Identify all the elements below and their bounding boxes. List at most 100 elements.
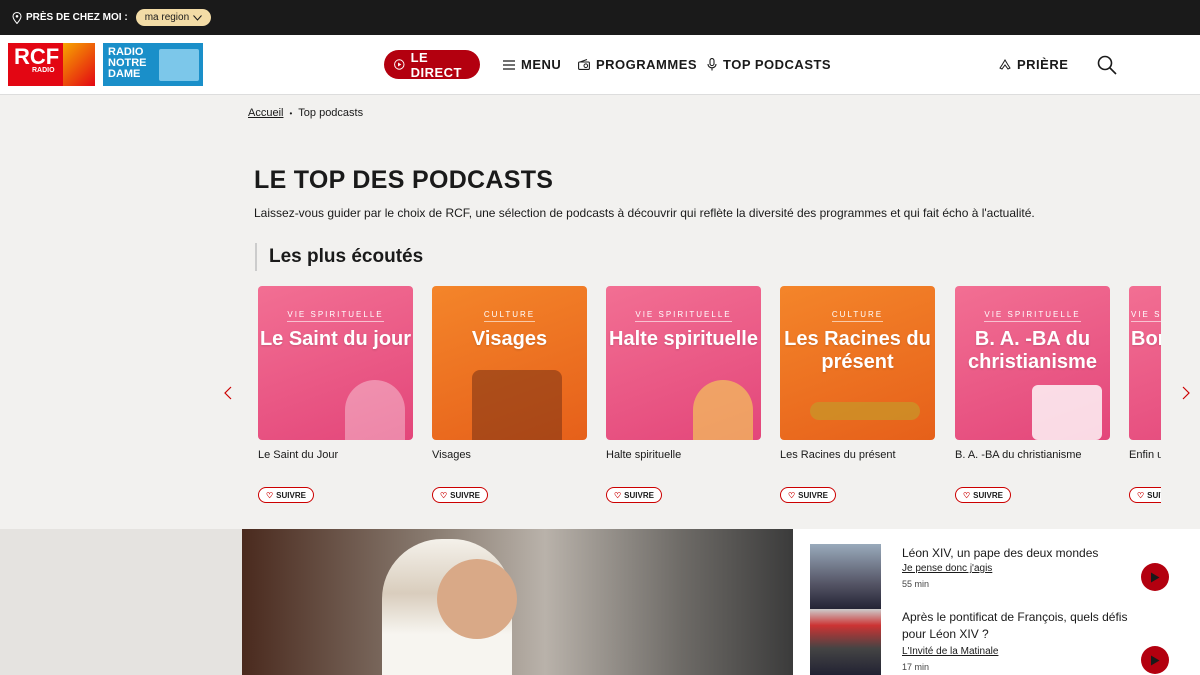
region-selector[interactable]: ma region bbox=[135, 9, 212, 26]
statue-illustration bbox=[345, 380, 405, 440]
follow-button[interactable]: ♡SUIVRE bbox=[258, 487, 314, 503]
follow-button[interactable]: ♡SUIVRE bbox=[780, 487, 836, 503]
rcf-logo[interactable]: RCF RADIO bbox=[8, 43, 95, 86]
news-duration: 55 min bbox=[902, 579, 930, 589]
heart-icon: ♡ bbox=[440, 490, 448, 500]
news-title[interactable]: Après le pontificat de François, quels d… bbox=[902, 609, 1142, 643]
pope-face bbox=[437, 559, 517, 639]
podcast-category: VIE SPIRITUELLE bbox=[984, 310, 1081, 322]
podcast-thumbnail[interactable]: VIE SPIRITUELLE Halte spirituelle bbox=[606, 286, 761, 440]
podcast-thumbnail[interactable]: VIE SPIRITUELLE B. A. -BA du christianism… bbox=[955, 286, 1110, 440]
breadcrumb-home-link[interactable]: Accueil bbox=[248, 107, 283, 119]
programmes-link[interactable]: PROGRAMMES bbox=[578, 50, 697, 79]
priere-label: PRIÈRE bbox=[1017, 57, 1069, 72]
follow-label: SUIVRE bbox=[450, 490, 480, 500]
heart-icon: ♡ bbox=[788, 490, 796, 500]
follow-label: SUIVRE bbox=[1147, 490, 1161, 500]
chevron-down-icon bbox=[193, 14, 203, 21]
follow-button[interactable]: ♡SUIVRE bbox=[432, 487, 488, 503]
podcast-category: VIE SPIRITUELLE bbox=[1131, 310, 1161, 322]
podcast-name[interactable]: Visages bbox=[432, 449, 587, 461]
podcast-card[interactable]: VIE SPIRITUELLE Halte spirituelle Halte s… bbox=[606, 286, 761, 503]
priere-link[interactable]: PRIÈRE bbox=[999, 50, 1068, 79]
news-item[interactable]: Après le pontificat de François, quels d… bbox=[810, 609, 1190, 675]
podcast-thumbnail[interactable]: VIE SPIRITUELLE Bon bbox=[1129, 286, 1161, 440]
podcast-thumb-title: Les Racines du présent bbox=[784, 328, 931, 373]
news-thumbnail[interactable] bbox=[810, 609, 881, 675]
live-button[interactable]: LE DIRECT bbox=[384, 49, 480, 80]
podcast-name[interactable]: Enfin u bbox=[1129, 449, 1161, 461]
radio-notre-dame-logo[interactable]: RADIO NOTRE DAME bbox=[103, 43, 203, 86]
follow-label: SUIVRE bbox=[276, 490, 306, 500]
play-icon bbox=[1151, 572, 1160, 582]
podcast-category: CULTURE bbox=[831, 310, 884, 322]
podcast-carousel: VIE SPIRITUELLE Le Saint du jour Le Saint… bbox=[258, 286, 1161, 508]
breadcrumb-current: Top podcasts bbox=[298, 107, 364, 119]
heart-icon: ♡ bbox=[1137, 490, 1145, 500]
search-icon[interactable] bbox=[1097, 55, 1117, 75]
podcast-card[interactable]: CULTURE Visages Visages ♡ SUIVRE bbox=[432, 286, 587, 503]
news-item[interactable]: Léon XIV, un pape des deux mondes Je pen… bbox=[810, 544, 1190, 610]
follow-button[interactable]: ♡SUIVRE bbox=[606, 487, 662, 503]
play-icon bbox=[1151, 655, 1160, 665]
podcast-thumbnail[interactable]: VIE SPIRITUELLE Le Saint du jour bbox=[258, 286, 413, 440]
carousel-prev-button[interactable] bbox=[224, 386, 236, 402]
location-pin-icon bbox=[12, 11, 22, 24]
podcast-thumb-title: Halte spirituelle bbox=[609, 328, 758, 350]
podcast-card[interactable]: VIE SPIRITUELLE Le Saint du jour Le Saint… bbox=[258, 286, 413, 503]
follow-label: SUIVRE bbox=[798, 490, 828, 500]
top-podcasts-label: TOP PODCASTS bbox=[723, 57, 832, 72]
podcast-thumb-title: Bon bbox=[1131, 328, 1161, 350]
rcf-logo-sub: RADIO bbox=[32, 67, 55, 74]
follow-button[interactable]: ♡SUIVRE bbox=[955, 487, 1011, 503]
podcast-card[interactable]: VIE SPIRITUELLE Bon Enfin u ♡SUIVRE bbox=[1129, 286, 1161, 503]
live-button-label: LE DIRECT bbox=[410, 49, 462, 80]
podcast-card[interactable]: CULTURE Les Racines du présent Les Racine… bbox=[780, 286, 935, 503]
programmes-label: PROGRAMMES bbox=[596, 57, 698, 72]
breadcrumb: Accueil • Top podcasts bbox=[248, 107, 363, 119]
podcast-thumb-title: Le Saint du jour bbox=[259, 328, 412, 350]
section-title: Les plus écoutés bbox=[255, 243, 423, 271]
podcast-thumb-title: B. A. -BA du christianisme bbox=[968, 328, 1097, 373]
podcast-name[interactable]: Le Saint du Jour bbox=[258, 449, 413, 461]
rcf-logo-text: RCF bbox=[14, 44, 60, 69]
podcast-category: VIE SPIRITUELLE bbox=[287, 310, 384, 322]
page-intro: Laissez-vous guider par le choix de RCF,… bbox=[254, 206, 1035, 220]
heart-icon: ♡ bbox=[266, 490, 274, 500]
chevron-right-icon bbox=[1182, 386, 1190, 400]
hamburger-icon bbox=[503, 59, 515, 70]
podcast-thumbnail[interactable]: CULTURE Les Racines du présent bbox=[780, 286, 935, 440]
rnd-line-3: DAME bbox=[108, 68, 141, 80]
heart-icon: ♡ bbox=[963, 490, 971, 500]
podcast-name[interactable]: Halte spirituelle bbox=[606, 449, 761, 461]
news-duration: 17 min bbox=[902, 662, 930, 672]
carousel-next-button[interactable] bbox=[1182, 386, 1194, 402]
news-show-link[interactable]: Je pense donc j'agis bbox=[902, 563, 992, 574]
podcast-card[interactable]: VIE SPIRITUELLE B. A. -BA du christianism… bbox=[955, 286, 1110, 503]
podcast-name[interactable]: Les Racines du présent bbox=[780, 449, 935, 461]
site-header: RCF RADIO RADIO NOTRE DAME LE DIRECT MEN… bbox=[0, 35, 1200, 95]
armchair-illustration bbox=[472, 370, 562, 440]
podcast-thumbnail[interactable]: CULTURE Visages bbox=[432, 286, 587, 440]
news-title[interactable]: Léon XIV, un pape des deux mondes bbox=[902, 545, 1142, 562]
news-show-link[interactable]: L'Invité de la Matinale bbox=[902, 646, 998, 657]
rcf-logo-gradient bbox=[63, 43, 95, 86]
featured-hero-image[interactable] bbox=[242, 529, 793, 675]
top-podcasts-link[interactable]: TOP PODCASTS bbox=[707, 50, 831, 79]
wheat-illustration bbox=[693, 380, 753, 440]
radio-icon bbox=[578, 59, 590, 70]
menu-button[interactable]: MENU bbox=[503, 50, 561, 79]
follow-label: SUIVRE bbox=[624, 490, 654, 500]
follow-button[interactable]: ♡SUIVRE bbox=[1129, 487, 1161, 503]
breadcrumb-separator: • bbox=[289, 108, 293, 118]
news-thumbnail[interactable] bbox=[810, 544, 881, 610]
play-circle-icon bbox=[394, 59, 405, 70]
follow-label: SUIVRE bbox=[973, 490, 1003, 500]
play-button[interactable] bbox=[1141, 563, 1169, 591]
podcast-name[interactable]: B. A. -BA du christianisme bbox=[955, 449, 1110, 461]
microphone-icon bbox=[707, 58, 717, 71]
puzzle-heart-illustration bbox=[1032, 385, 1102, 440]
region-label: ma region bbox=[144, 12, 190, 23]
play-button[interactable] bbox=[1141, 646, 1169, 674]
podcast-category: VIE SPIRITUELLE bbox=[635, 310, 732, 322]
